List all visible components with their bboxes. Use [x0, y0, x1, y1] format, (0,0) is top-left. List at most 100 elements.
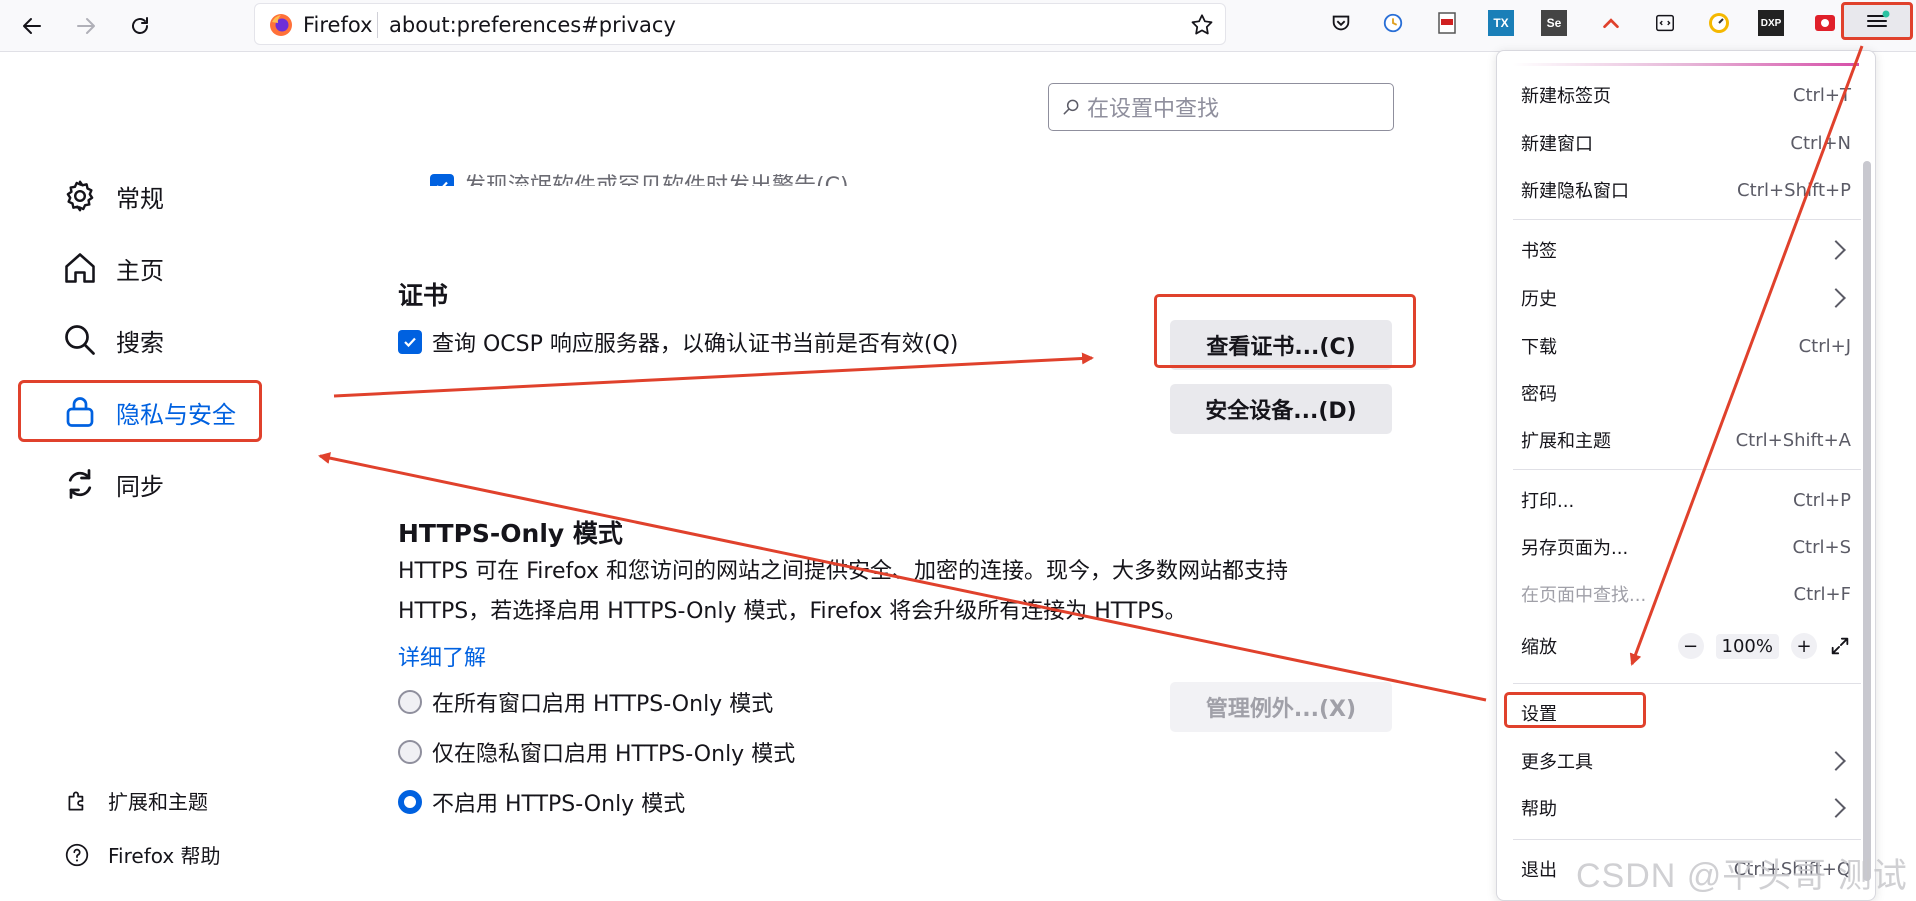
home-icon [65, 253, 95, 283]
https-option-disabled[interactable]: 不启用 HTTPS-Only 模式 [398, 786, 685, 818]
sidebar-link-addons[interactable]: 扩展和主题 [64, 786, 208, 815]
url-separator [377, 12, 378, 38]
zoom-reset-button[interactable]: 100% [1715, 633, 1779, 659]
puzzle-icon [68, 790, 84, 811]
checkbox-checked[interactable] [430, 174, 454, 186]
chevron-right-icon [1826, 751, 1846, 771]
menu-divider [1513, 683, 1861, 684]
menu-item-find-in-page[interactable]: 在页面中查找... Ctrl+F [1521, 574, 1851, 614]
forward-button[interactable] [68, 8, 104, 44]
ocsp-checkbox[interactable] [398, 330, 422, 354]
annotation-box-view-certificates [1154, 294, 1416, 368]
menu-item-more-tools[interactable]: 更多工具 [1521, 741, 1851, 781]
menu-item-new-tab[interactable]: 新建标签页 Ctrl+T [1521, 75, 1851, 115]
devtools-extension-icon[interactable] [1652, 10, 1678, 36]
learn-more-link[interactable]: 详细了解 [398, 640, 486, 672]
menu-divider [1513, 219, 1861, 220]
chevron-right-icon [1826, 288, 1846, 308]
clipped-checkbox-row: 发现流氓软件或罕见软件时发出警告(C) [430, 162, 849, 186]
menu-divider [1513, 469, 1861, 470]
reload-button[interactable] [122, 8, 158, 44]
search-placeholder: 在设置中查找 [1087, 97, 1220, 122]
dxp-extension-icon[interactable]: DXP [1758, 10, 1784, 36]
bookmark-star-icon[interactable] [1189, 12, 1215, 38]
pocket-icon[interactable] [1328, 10, 1354, 36]
annotation-box-settings [1504, 692, 1646, 728]
speed-extension-icon[interactable] [1706, 10, 1732, 36]
zoom-controls: − 100% + [1677, 633, 1851, 659]
menu-item-passwords[interactable]: 密码 [1521, 373, 1851, 413]
zoom-in-button[interactable]: + [1791, 633, 1817, 659]
fullscreen-icon[interactable] [1829, 635, 1851, 657]
ocsp-checkbox-label: 查询 OCSP 响应服务器，以确认证书当前是否有效(Q) [432, 332, 959, 357]
sidebar-item-label: 同步 [116, 472, 164, 501]
app-menu-button[interactable] [1841, 2, 1913, 40]
url-bar[interactable]: Firefox about:preferences#privacy [254, 3, 1226, 45]
sidebar-link-help[interactable]: Firefox 帮助 [64, 840, 221, 869]
menu-item-save-page[interactable]: 另存页面为... Ctrl+S [1521, 527, 1851, 567]
up-chevron-extension-icon[interactable] [1598, 10, 1624, 36]
sidebar-item-search[interactable]: 搜索 [62, 316, 164, 364]
help-icon [65, 843, 89, 866]
reload-icon [132, 17, 148, 34]
menu-item-print[interactable]: 打印... Ctrl+P [1521, 480, 1851, 520]
back-arrow-icon [23, 18, 41, 34]
radio-unselected[interactable] [398, 740, 422, 764]
back-button[interactable] [14, 8, 50, 44]
red-extension-icon[interactable] [1812, 10, 1838, 36]
clock-extension-icon[interactable] [1380, 10, 1406, 36]
watermark: CSDN @平头哥 测试 [1576, 857, 1908, 895]
manage-exceptions-button[interactable]: 管理例外...(X) [1170, 682, 1392, 732]
sync-icon [68, 469, 92, 499]
radio-unselected[interactable] [398, 690, 422, 714]
https-option-private-windows[interactable]: 仅在隐私窗口启用 HTTPS-Only 模式 [398, 736, 795, 768]
https-option-all-windows[interactable]: 在所有窗口启用 HTTPS-Only 模式 [398, 686, 773, 718]
search-icon [65, 325, 95, 355]
hamburger-menu-icon [1867, 10, 1890, 27]
forward-arrow-icon [77, 18, 95, 34]
ocsp-checkbox-row[interactable]: 查询 OCSP 响应服务器，以确认证书当前是否有效(Q) [398, 326, 958, 358]
sidebar-item-label: 主页 [116, 256, 164, 285]
menu-item-help[interactable]: 帮助 [1521, 788, 1851, 828]
url-text[interactable]: about:preferences#privacy [389, 13, 676, 37]
chevron-right-icon [1826, 798, 1846, 818]
app-menu-panel: 新建标签页 Ctrl+T 新建窗口 Ctrl+N 新建隐私窗口 Ctrl+Shift+… [1496, 50, 1876, 901]
menu-item-downloads[interactable]: 下载 Ctrl+J [1521, 326, 1851, 366]
menu-item-addons-themes[interactable]: 扩展和主题 Ctrl+Shift+A [1521, 420, 1851, 460]
menu-account-strip [1513, 63, 1859, 66]
menu-item-new-window[interactable]: 新建窗口 Ctrl+N [1521, 123, 1851, 163]
annotation-box-privacy [18, 380, 262, 442]
clipped-checkbox-label: 发现流氓软件或罕见软件时发出警告(C) [464, 176, 849, 187]
menu-scrollbar[interactable] [1863, 161, 1871, 881]
https-desc-line-1: HTTPS 可在 Firefox 和您访问的网站之间提供安全、加密的连接。现今，… [398, 559, 1289, 584]
radio-label: 不启用 HTTPS-Only 模式 [432, 792, 686, 817]
gear-icon [66, 180, 94, 212]
sidebar-item-home[interactable]: 主页 [62, 244, 164, 292]
sidebar-item-label: 常规 [116, 184, 164, 213]
browser-toolbar: Firefox about:preferences#privacy TX Se … [0, 0, 1916, 52]
identity-chip[interactable]: Firefox [269, 12, 373, 38]
menu-item-new-private-window[interactable]: 新建隐私窗口 Ctrl+Shift+P [1521, 170, 1851, 210]
zoom-out-button[interactable]: − [1677, 633, 1704, 659]
identity-label: Firefox [303, 13, 373, 37]
settings-search-input[interactable]: 在设置中查找 [1048, 83, 1394, 131]
radio-label: 在所有窗口启用 HTTPS-Only 模式 [432, 692, 774, 717]
menu-item-zoom: 缩放 − 100% + [1521, 626, 1851, 666]
security-devices-button[interactable]: 安全设备...(D) [1170, 384, 1392, 434]
firefox-logo-icon [270, 14, 292, 36]
sidebar-item-sync[interactable]: 同步 [62, 460, 164, 508]
arrow-privacy-to-certificates [333, 352, 1094, 398]
pdf-extension-icon[interactable] [1434, 10, 1460, 36]
se-extension-icon[interactable]: Se [1541, 10, 1567, 36]
sidebar-link-label: Firefox 帮助 [108, 844, 221, 868]
radio-selected[interactable] [398, 790, 422, 814]
tx-extension-icon[interactable]: TX [1488, 10, 1514, 36]
radio-label: 仅在隐私窗口启用 HTTPS-Only 模式 [432, 742, 796, 767]
sidebar-item-label: 搜索 [116, 328, 164, 357]
menu-item-bookmarks[interactable]: 书签 [1521, 230, 1851, 270]
https-only-description: HTTPS 可在 Firefox 和您访问的网站之间提供安全、加密的连接。现今，… [398, 552, 1348, 632]
sidebar-item-general[interactable]: 常规 [62, 172, 164, 220]
menu-item-history[interactable]: 历史 [1521, 278, 1851, 318]
certificates-heading: 证书 [398, 281, 449, 310]
search-icon [1063, 99, 1079, 115]
